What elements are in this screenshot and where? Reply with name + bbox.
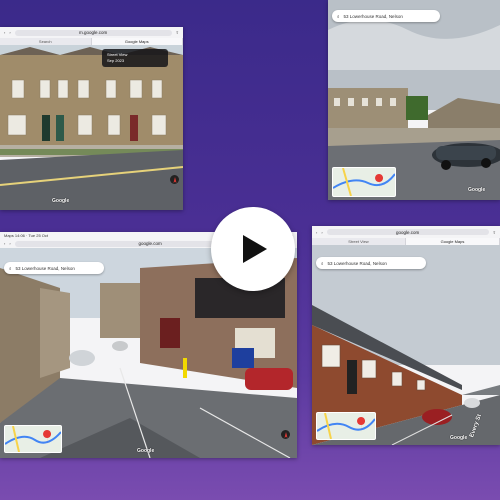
info-date: Sep 2023	[107, 58, 125, 63]
url-bar[interactable]: m.google.com	[14, 29, 172, 36]
url-text: m.google.com	[79, 30, 108, 35]
search-bar[interactable]: ⌕ 53 Lowerhouse Road, Nelson	[316, 257, 426, 269]
search-bar[interactable]: ⌕ 53 Lowerhouse Road, Nelson	[4, 262, 104, 274]
url-text: google.com	[138, 241, 162, 246]
search-icon: ⌕	[9, 265, 12, 271]
screenshot-frame-2: ⌕ 53 Lowerhouse Road, Nelson Google	[328, 0, 500, 200]
mini-map[interactable]	[316, 412, 376, 440]
pin-icon	[375, 174, 384, 190]
tab-street-view[interactable]: Street View	[312, 238, 406, 245]
play-icon	[243, 235, 267, 263]
street-view-scene[interactable]: ⌕ 53 Lowerhouse Road, Nelson Every St Go…	[312, 245, 500, 445]
google-watermark: Google	[137, 448, 155, 454]
google-watermark: Google	[468, 187, 486, 193]
back-icon[interactable]: ‹	[4, 30, 5, 35]
tab-label: Street View	[348, 239, 369, 244]
status-time: Maps 14:06 · Tue 25 Oct	[4, 233, 49, 238]
share-icon[interactable]: ⇪	[493, 230, 496, 235]
street-view-info-card[interactable]: Street View Sep 2023	[102, 49, 168, 67]
tab-label: Google Maps	[440, 239, 465, 244]
back-icon[interactable]: ‹	[316, 230, 317, 235]
google-watermark: Google	[450, 435, 468, 441]
browser-toolbar: ‹ › google.com ⇪	[312, 226, 500, 238]
tab-maps[interactable]: Google Maps	[91, 38, 183, 45]
street-view-scene[interactable]: ⌕ 53 Lowerhouse Road, Nelson Google	[328, 0, 500, 200]
tab-maps[interactable]: Google Maps	[406, 238, 500, 245]
back-icon[interactable]: ‹	[4, 241, 5, 246]
mini-map[interactable]	[4, 425, 62, 453]
forward-icon[interactable]: ›	[321, 230, 322, 235]
forward-icon[interactable]: ›	[9, 30, 10, 35]
play-button[interactable]	[211, 207, 295, 291]
screenshot-frame-1: ‹ › m.google.com ⇪ Search Google Maps St…	[0, 27, 183, 210]
street-view-image	[0, 45, 183, 210]
forward-icon[interactable]: ›	[9, 241, 10, 246]
search-text: 53 Lowerhouse Road, Nelson	[15, 265, 75, 271]
url-text: google.com	[396, 229, 420, 235]
search-text: 53 Lowerhouse Road, Nelson	[343, 13, 403, 19]
screenshot-frame-4: ‹ › google.com ⇪ Street View Google Maps…	[312, 226, 500, 445]
google-watermark: Google	[52, 198, 70, 204]
street-view-scene[interactable]: Street View Sep 2023 Google	[0, 45, 183, 210]
url-bar[interactable]: google.com	[326, 229, 489, 235]
mini-map[interactable]	[332, 167, 396, 197]
compass-icon[interactable]	[281, 430, 290, 439]
share-icon[interactable]: ⇪	[176, 30, 179, 35]
search-icon: ⌕	[321, 260, 324, 266]
compass-icon[interactable]	[170, 175, 179, 184]
tab-strip: Search Google Maps	[0, 38, 183, 45]
tab-strip: Street View Google Maps	[312, 238, 500, 245]
tab-label: Search	[38, 39, 52, 44]
browser-toolbar: ‹ › m.google.com ⇪	[0, 27, 183, 38]
search-icon: ⌕	[337, 13, 340, 19]
search-text: 53 Lowerhouse Road, Nelson	[327, 260, 387, 266]
search-bar[interactable]: ⌕ 53 Lowerhouse Road, Nelson	[332, 10, 440, 22]
tab-label: Google Maps	[124, 39, 149, 44]
tab-search[interactable]: Search	[0, 38, 92, 45]
